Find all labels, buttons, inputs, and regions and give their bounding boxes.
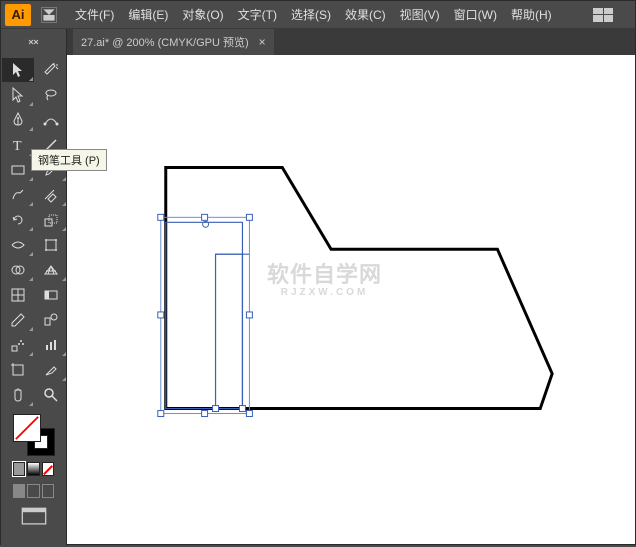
eyedropper-tool[interactable] (2, 308, 34, 332)
slice-tool[interactable] (35, 358, 67, 382)
menu-edit[interactable]: 编辑(E) (122, 3, 174, 26)
menu-view[interactable]: 视图(V) (394, 3, 446, 26)
rectangle-tool[interactable] (2, 158, 34, 182)
rotate-tool[interactable] (2, 208, 34, 232)
document-tab-label: 27.ai* @ 200% (CMYK/GPU 预览) (81, 34, 249, 50)
color-swatch-section (1, 408, 66, 532)
draw-behind[interactable] (27, 484, 39, 498)
color-mode-row (7, 460, 60, 478)
free-transform-tool[interactable] (35, 233, 67, 257)
column-graph-tool[interactable] (35, 333, 67, 357)
expand-arrow-icon[interactable] (41, 7, 57, 23)
blend-tool[interactable] (35, 308, 67, 332)
shape-builder-tool[interactable] (2, 258, 34, 282)
selection-handles[interactable] (158, 214, 253, 416)
menu-window[interactable]: 窗口(W) (448, 3, 503, 26)
workspace-switcher-icon[interactable] (593, 8, 613, 22)
curvature-pen-tool[interactable] (35, 108, 67, 132)
direct-selection-tool[interactable] (2, 83, 34, 107)
scale-tool[interactable] (35, 208, 67, 232)
menu-select[interactable]: 选择(S) (285, 3, 337, 26)
width-tool[interactable] (2, 233, 34, 257)
toolbox-collapse-button[interactable] (1, 29, 67, 55)
menu-object[interactable]: 对象(O) (176, 3, 229, 26)
color-mode-solid[interactable] (13, 462, 25, 476)
artboard-tool[interactable] (2, 358, 34, 382)
draw-normal[interactable] (13, 484, 25, 498)
toolbox: T (1, 55, 67, 546)
menu-file[interactable]: 文件(F) (69, 3, 120, 26)
magic-wand-tool[interactable] (35, 58, 67, 82)
mesh-tool[interactable] (2, 283, 34, 307)
menu-type[interactable]: 文字(T) (232, 3, 283, 26)
pen-tool[interactable] (2, 108, 34, 132)
zoom-tool[interactable] (35, 383, 67, 407)
bounding-box (161, 217, 250, 413)
eraser-tool[interactable] (35, 183, 67, 207)
draw-inside[interactable] (42, 484, 54, 498)
svg-text:T: T (13, 139, 22, 153)
artwork (67, 55, 635, 544)
document-tab-bar: 27.ai* @ 200% (CMYK/GPU 预览) × (1, 29, 635, 55)
menu-bar: Ai 文件(F) 编辑(E) 对象(O) 文字(T) 选择(S) 效果(C) 视… (1, 1, 635, 29)
type-tool[interactable]: T (2, 133, 34, 157)
screen-mode-button[interactable] (21, 508, 47, 524)
lasso-tool[interactable] (35, 83, 67, 107)
canvas[interactable]: 软件自学网 RJZXW.COM (67, 55, 635, 544)
shaper-tool[interactable] (2, 183, 34, 207)
selection-tool[interactable] (2, 58, 34, 82)
app-logo: Ai (5, 4, 31, 26)
document-tab[interactable]: 27.ai* @ 200% (CMYK/GPU 预览) × (73, 29, 274, 55)
shape-outline (166, 168, 552, 409)
menu-effect[interactable]: 效果(C) (339, 3, 392, 26)
menu-help[interactable]: 帮助(H) (505, 3, 558, 26)
hand-tool[interactable] (2, 383, 34, 407)
gradient-tool[interactable] (35, 283, 67, 307)
tooltip-pen-tool: 钢笔工具 (P) (31, 149, 107, 171)
color-mode-gradient[interactable] (27, 462, 39, 476)
draw-mode-row (7, 478, 60, 504)
fill-swatch[interactable] (13, 414, 41, 442)
main-menu: 文件(F) 编辑(E) 对象(O) 文字(T) 选择(S) 效果(C) 视图(V… (69, 3, 558, 26)
close-tab-button[interactable]: × (259, 35, 266, 49)
perspective-grid-tool[interactable] (35, 258, 67, 282)
symbol-sprayer-tool[interactable] (2, 333, 34, 357)
selected-path (166, 222, 250, 408)
color-mode-none[interactable] (42, 462, 54, 476)
